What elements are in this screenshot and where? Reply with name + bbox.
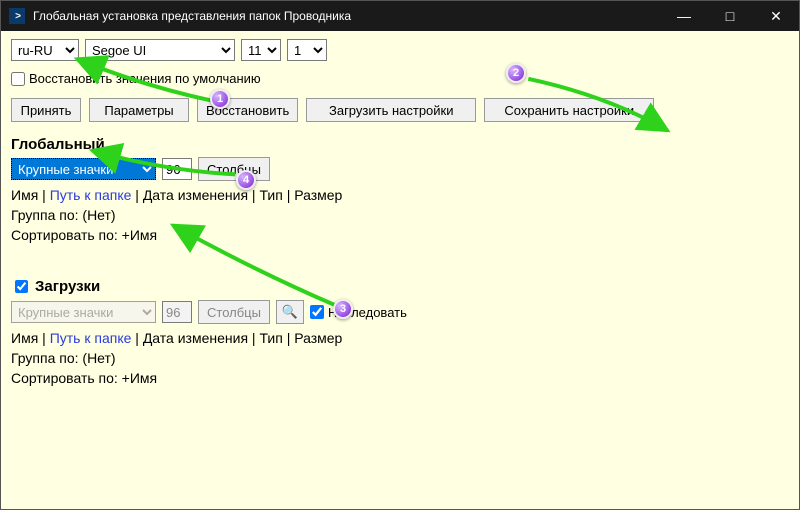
global-view-select[interactable]: Крупные значки [11, 158, 156, 180]
annotation-badge-3: 3 [333, 299, 353, 319]
close-button[interactable]: ✕ [753, 1, 799, 31]
downloads-section-title: Загрузки [11, 277, 789, 296]
global-columns-line: Имя | Путь к папке | Дата изменения | Ти… [11, 187, 789, 203]
downloads-columns-line: Имя | Путь к папке | Дата изменения | Ти… [11, 330, 789, 346]
main-toolbar: Принять Параметры Восстановить Загрузить… [11, 98, 789, 122]
titlebar: Глобальная установка представления папок… [1, 1, 799, 31]
global-group-by: Группа по: (Нет) [11, 207, 789, 223]
font-size-select[interactable]: 11 [241, 39, 281, 61]
app-window: Глобальная установка представления папок… [0, 0, 800, 510]
options-button[interactable]: Параметры [89, 98, 189, 122]
window-controls: ― □ ✕ [661, 1, 799, 31]
col-size: Размер [294, 330, 342, 346]
global-section-title: Глобальный [11, 136, 789, 153]
annotation-badge-4: 4 [236, 170, 256, 190]
window-title: Глобальная установка представления папок… [33, 9, 661, 23]
global-view-row: Крупные значки Столбцы [11, 157, 789, 181]
annotation-badge-1: 1 [210, 89, 230, 109]
downloads-title-label: Загрузки [35, 278, 100, 295]
downloads-sort-by: Сортировать по: +Имя [11, 370, 789, 386]
language-select[interactable]: ru-RU [11, 39, 79, 61]
accept-button[interactable]: Принять [11, 98, 81, 122]
downloads-icon-size-input [162, 301, 192, 323]
load-settings-button[interactable]: Загрузить настройки [306, 98, 476, 122]
downloads-group-by: Группа по: (Нет) [11, 350, 789, 366]
restore-defaults-label: Восстановить значения по умолчанию [29, 71, 261, 86]
col-path[interactable]: Путь к папке [50, 187, 132, 203]
col-modified: Дата изменения [143, 330, 248, 346]
font-select[interactable]: Segoe UI [85, 39, 235, 61]
downloads-columns-button: Столбцы [198, 300, 270, 324]
col-size: Размер [294, 187, 342, 203]
restore-defaults-row: Восстановить значения по умолчанию [11, 71, 789, 86]
inherit-checkbox[interactable]: Наследовать [310, 305, 407, 320]
col-path[interactable]: Путь к папке [50, 330, 132, 346]
downloads-search-button[interactable]: 🔍 [276, 300, 304, 324]
global-columns-button[interactable]: Столбцы [198, 157, 270, 181]
maximize-button[interactable]: □ [707, 1, 753, 31]
col-type: Тип [259, 330, 282, 346]
downloads-view-row: Крупные значки Столбцы 🔍 Наследовать [11, 300, 789, 324]
col-type: Тип [259, 187, 282, 203]
global-sort-by: Сортировать по: +Имя [11, 227, 789, 243]
global-icon-size-input[interactable] [162, 158, 192, 180]
annotation-badge-2: 2 [506, 63, 526, 83]
scale-select[interactable]: 1 [287, 39, 327, 61]
restore-defaults-checkbox[interactable]: Восстановить значения по умолчанию [11, 71, 261, 86]
col-name: Имя [11, 187, 38, 203]
search-icon: 🔍 [282, 304, 298, 319]
save-settings-button[interactable]: Сохранить настройки [484, 98, 654, 122]
col-modified: Дата изменения [143, 187, 248, 203]
powershell-icon [9, 8, 25, 24]
minimize-button[interactable]: ― [661, 1, 707, 31]
downloads-enable-checkbox[interactable] [15, 280, 28, 293]
restore-defaults-input[interactable] [11, 72, 25, 86]
locale-font-row: ru-RU Segoe UI 11 1 [11, 39, 789, 61]
inherit-input[interactable] [310, 305, 324, 319]
downloads-view-select[interactable]: Крупные значки [11, 301, 156, 323]
client-area: ru-RU Segoe UI 11 1 Восстановить значени… [1, 31, 799, 509]
col-name: Имя [11, 330, 38, 346]
